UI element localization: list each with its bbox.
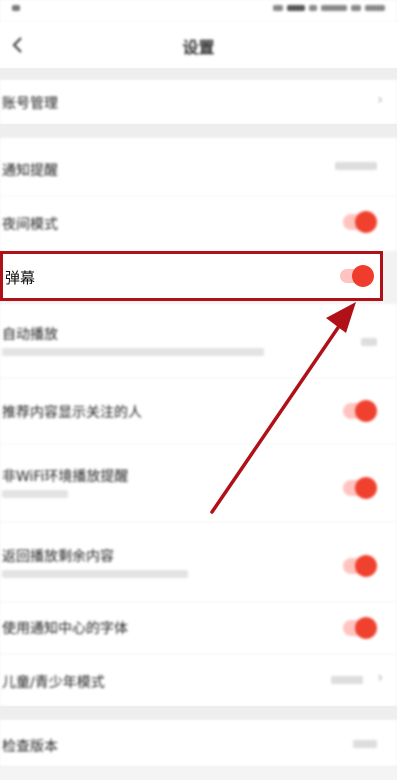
row-label: 返回播放剩余内容: [2, 549, 114, 565]
settings-row-version[interactable]: 检查版本: [0, 720, 397, 766]
status-indicator: [12, 5, 20, 11]
row-label: 通知提醒: [2, 163, 58, 179]
row-description: [2, 348, 264, 356]
row-label: 儿童/青少年模式: [2, 675, 105, 691]
chevron-right-icon: ›: [377, 670, 383, 686]
night-mode-toggle[interactable]: [343, 211, 377, 233]
font-toggle[interactable]: [343, 617, 377, 639]
settings-row-night-mode[interactable]: 夜间模式: [0, 196, 397, 251]
row-value: [353, 740, 377, 748]
toggle-knob: [355, 617, 377, 639]
toggle-knob: [355, 211, 377, 233]
danmu-toggle[interactable]: [340, 265, 374, 287]
bottom-edge: [0, 766, 397, 780]
toggle-knob: [355, 400, 377, 422]
settings-row-autoplay[interactable]: 自动播放: [0, 304, 397, 378]
settings-row-font[interactable]: 使用通知中心的字体: [0, 602, 397, 654]
page-title: 设置: [182, 38, 215, 57]
row-label: 推荐内容显示关注的人: [2, 405, 142, 421]
row-description: [2, 570, 188, 578]
row-label: 夜间模式: [2, 217, 58, 233]
section-gap: [0, 706, 397, 720]
settings-row-wifi[interactable]: 非WiFi环境播放提醒: [0, 444, 397, 522]
follow-toggle[interactable]: [343, 400, 377, 422]
row-label: 使用通知中心的字体: [2, 621, 128, 637]
status-bar: [0, 0, 397, 22]
row-description: [2, 490, 68, 498]
settings-row-resume[interactable]: 返回播放剩余内容: [0, 522, 397, 602]
danmu-highlight-box[interactable]: 弹幕: [0, 251, 383, 301]
section-gap: [0, 68, 397, 80]
row-value: [331, 676, 363, 684]
toggle-knob: [355, 477, 377, 499]
status-icons: [273, 5, 385, 11]
toggle-knob: [352, 265, 374, 287]
toggle-knob: [355, 555, 377, 577]
row-value: [361, 338, 377, 346]
settings-row-follow[interactable]: 推荐内容显示关注的人: [0, 378, 397, 444]
row-label: 账号管理: [2, 96, 58, 112]
row-label: 检查版本: [2, 739, 58, 755]
navigation-bar: 设置: [0, 22, 397, 68]
row-label: 非WiFi环境播放提醒: [2, 469, 129, 485]
danmu-label: 弹幕: [5, 269, 36, 287]
settings-row-youth-mode[interactable]: 儿童/青少年模式 ›: [0, 654, 397, 706]
section-gap: [0, 124, 397, 138]
row-value: [335, 162, 377, 170]
row-label: 自动播放: [2, 327, 58, 343]
settings-row-notifications[interactable]: 通知提醒: [0, 138, 397, 196]
chevron-right-icon: ›: [377, 92, 383, 108]
settings-row-account[interactable]: 账号管理 ›: [0, 80, 397, 124]
wifi-toggle[interactable]: [343, 477, 377, 499]
resume-toggle[interactable]: [343, 555, 377, 577]
